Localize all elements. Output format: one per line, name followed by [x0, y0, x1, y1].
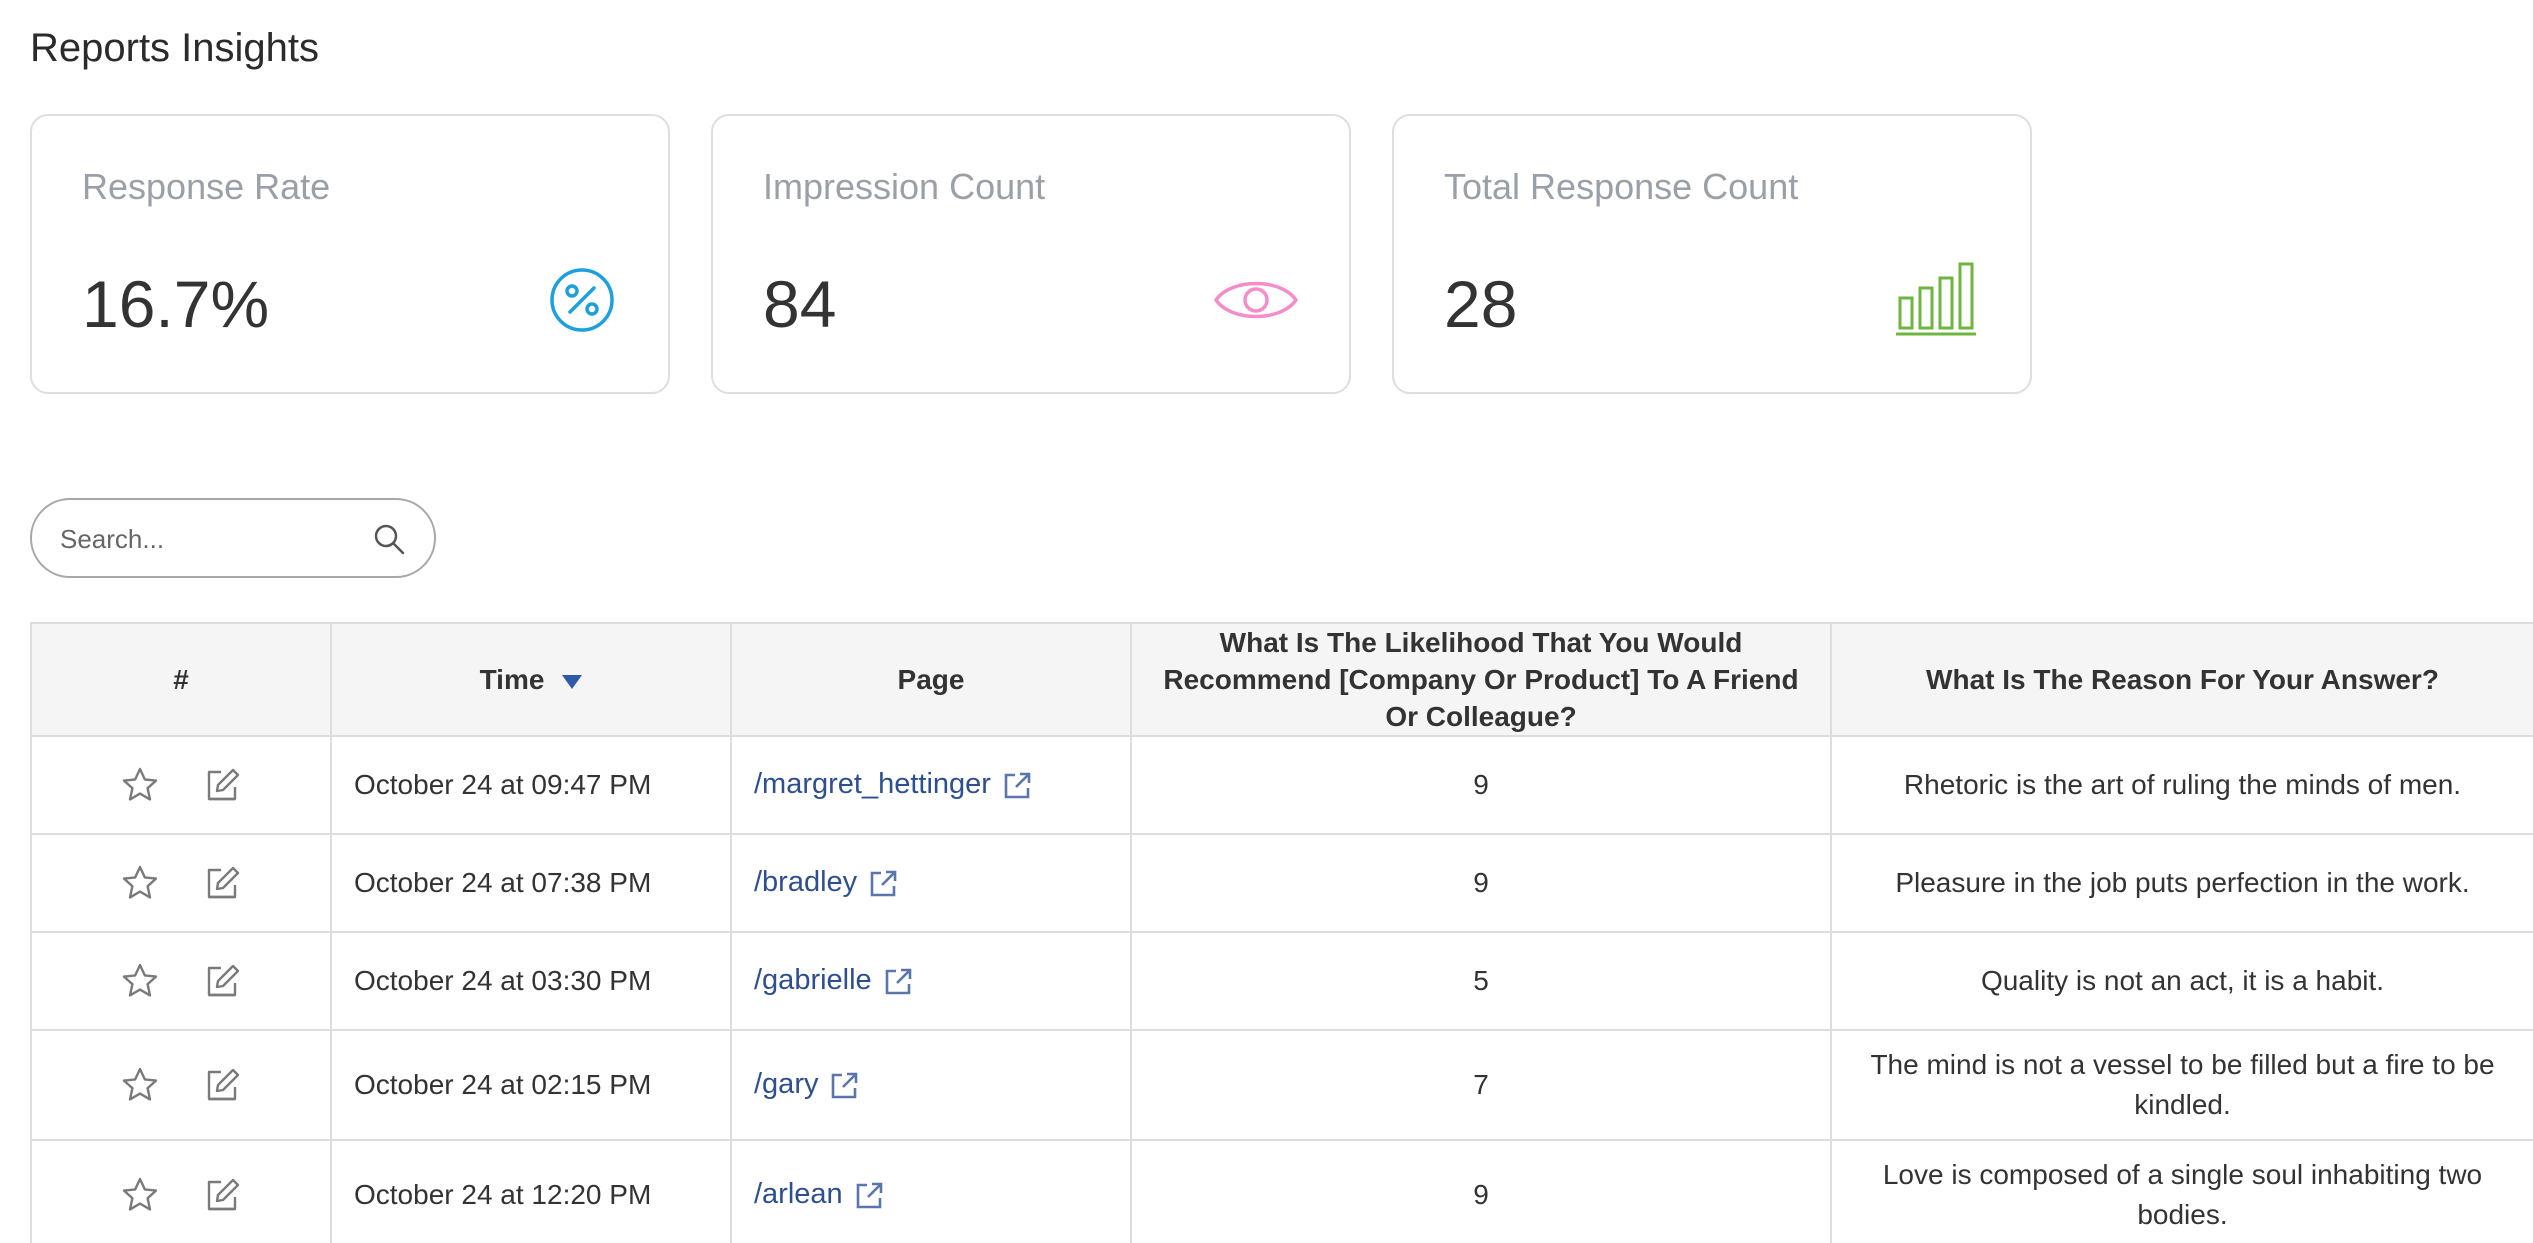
row-actions	[30, 833, 332, 933]
card-label: Response Rate	[82, 166, 331, 207]
page-cell: /arlean	[730, 1139, 1132, 1243]
time-cell: October 24 at 02:15 PM	[330, 1029, 732, 1141]
edit-note-icon[interactable]	[203, 962, 241, 1000]
response-rate-card: Response Rate 16.7%	[30, 114, 670, 394]
page-link[interactable]: /margret_hettinger	[754, 768, 991, 800]
impression-count-card: Impression Count 84	[711, 114, 1351, 394]
external-link-icon[interactable]	[1001, 770, 1033, 802]
external-link-icon[interactable]	[853, 1180, 885, 1212]
column-header-time[interactable]: Time	[330, 622, 732, 737]
reason-cell: Love is composed of a single soul inhabi…	[1830, 1139, 2533, 1243]
page-link[interactable]: /gary	[754, 1068, 818, 1100]
star-icon[interactable]	[121, 1176, 159, 1214]
metric-cards: Response Rate 16.7% Impression Count 84 …	[30, 114, 2032, 394]
edit-note-icon[interactable]	[203, 1066, 241, 1104]
star-icon[interactable]	[121, 766, 159, 804]
reason-cell: The mind is not a vessel to be filled bu…	[1830, 1029, 2533, 1141]
reason-cell: Quality is not an act, it is a habit.	[1830, 931, 2533, 1031]
reason-cell: Pleasure in the job puts perfection in t…	[1830, 833, 2533, 933]
table-row: October 24 at 09:47 PM /margret_hettinge…	[30, 735, 2533, 835]
score-cell: 5	[1130, 931, 1832, 1031]
row-actions	[30, 1139, 332, 1243]
column-header-reason: What Is The Reason For Your Answer?	[1830, 622, 2533, 737]
row-actions	[30, 1029, 332, 1141]
score-cell: 9	[1130, 1139, 1832, 1243]
page-link[interactable]: /gabrielle	[754, 964, 872, 996]
table-row: October 24 at 03:30 PM /gabrielle 5 Qual…	[30, 931, 2533, 1031]
column-header-score: What Is The Likelihood That You Would Re…	[1130, 622, 1832, 737]
search-input[interactable]	[60, 518, 360, 560]
score-cell: 9	[1130, 735, 1832, 835]
page-cell: /gary	[730, 1029, 1132, 1141]
page-cell: /bradley	[730, 833, 1132, 933]
page-link[interactable]: /arlean	[754, 1178, 843, 1210]
external-link-icon[interactable]	[828, 1070, 860, 1102]
row-actions	[30, 735, 332, 835]
card-label: Impression Count	[763, 166, 1046, 207]
table-row: October 24 at 02:15 PM /gary 7 The mind …	[30, 1029, 2533, 1141]
card-value: 16.7%	[82, 267, 270, 341]
column-header-time-label: Time	[479, 664, 545, 695]
percent-icon	[546, 264, 618, 336]
search-icon[interactable]	[372, 522, 406, 556]
page-link[interactable]: /bradley	[754, 866, 857, 898]
responses-table: # Time Page What Is The Likelihood That …	[30, 622, 2533, 1243]
search-box[interactable]	[30, 498, 436, 578]
time-cell: October 24 at 12:20 PM	[330, 1139, 732, 1243]
column-header-page: Page	[730, 622, 1132, 737]
time-cell: October 24 at 09:47 PM	[330, 735, 732, 835]
table-row: October 24 at 07:38 PM /bradley 9 Pleasu…	[30, 833, 2533, 933]
table-row: October 24 at 12:20 PM /arlean 9 Love is…	[30, 1139, 2533, 1243]
column-header-num: #	[30, 622, 332, 737]
card-label: Total Response Count	[1444, 166, 1799, 207]
card-value: 84	[763, 267, 837, 341]
score-cell: 7	[1130, 1029, 1832, 1141]
row-actions	[30, 931, 332, 1031]
star-icon[interactable]	[121, 962, 159, 1000]
edit-note-icon[interactable]	[203, 766, 241, 804]
time-cell: October 24 at 03:30 PM	[330, 931, 732, 1031]
reason-cell: Rhetoric is the art of ruling the minds …	[1830, 735, 2533, 835]
external-link-icon[interactable]	[882, 966, 914, 998]
score-cell: 9	[1130, 833, 1832, 933]
edit-note-icon[interactable]	[203, 864, 241, 902]
page-cell: /margret_hettinger	[730, 735, 1132, 835]
eye-icon	[1213, 264, 1299, 336]
page-cell: /gabrielle	[730, 931, 1132, 1031]
external-link-icon[interactable]	[867, 868, 899, 900]
sort-descending-icon[interactable]	[562, 674, 583, 689]
table-header-row: # Time Page What Is The Likelihood That …	[30, 622, 2533, 737]
card-value: 28	[1444, 267, 1518, 341]
total-response-count-card: Total Response Count 28	[1392, 114, 2032, 394]
bar-chart-icon	[1894, 258, 1978, 336]
star-icon[interactable]	[121, 864, 159, 902]
page-title: Reports Insights	[30, 26, 320, 70]
star-icon[interactable]	[121, 1066, 159, 1104]
time-cell: October 24 at 07:38 PM	[330, 833, 732, 933]
edit-note-icon[interactable]	[203, 1176, 241, 1214]
